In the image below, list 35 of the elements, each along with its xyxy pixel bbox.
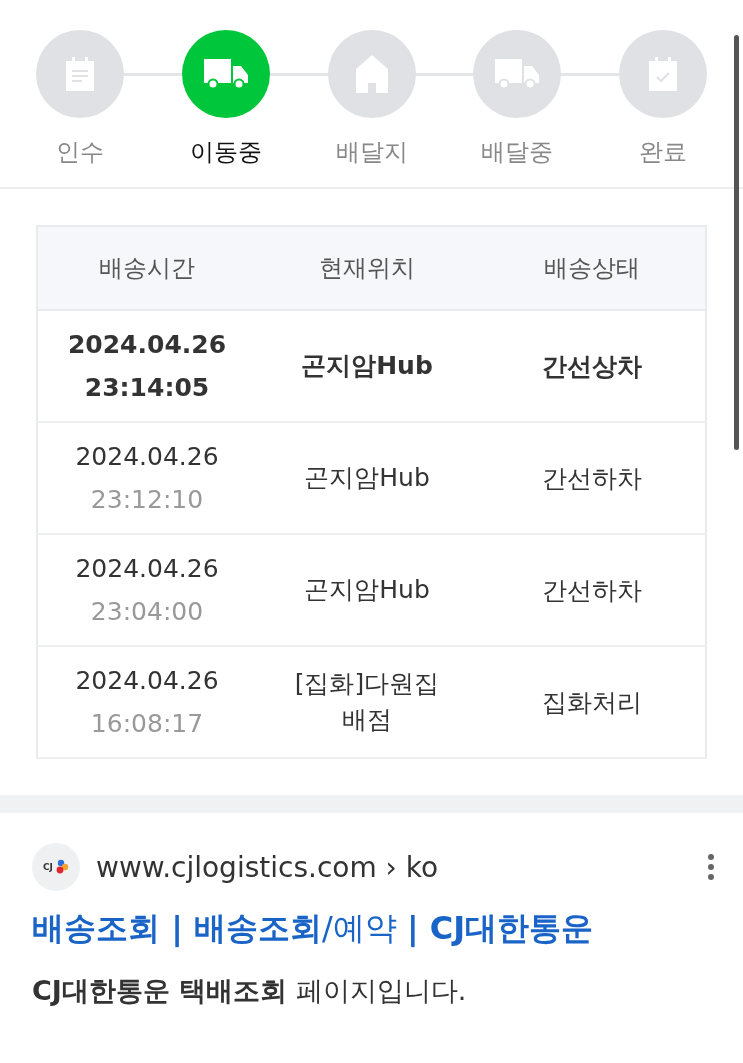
result-snippet: CJ대한통운 택배조회 페이지입니다. [32, 974, 468, 1008]
truck-icon [495, 59, 540, 89]
logo-text: CJ [43, 862, 53, 872]
step-label: 인수 [56, 137, 104, 168]
step-label: 완료 [639, 137, 687, 168]
step-label: 배달중 [481, 137, 554, 168]
scrollbar[interactable] [734, 35, 739, 450]
date-text: 2024.04.26 [74, 553, 220, 585]
column-header: 현재위치 [256, 226, 478, 310]
clipboard-icon [64, 57, 96, 91]
step-label: 배달지 [335, 137, 408, 168]
more-options-icon[interactable] [707, 853, 715, 881]
location-text: 곤지암Hub [301, 350, 433, 382]
time-text: 23:04:00 [89, 596, 205, 628]
location-text: 곤지암Hub [304, 574, 430, 606]
date-text: 2024.04.26 [66, 329, 228, 361]
column-header: 배송상태 [478, 226, 706, 310]
location-text: [집화]다원집 배점 [293, 668, 441, 736]
site-url-link[interactable]: www.cjlogistics.com › ko [96, 850, 691, 884]
status-text: 집화처리 [541, 687, 642, 717]
calendar-check-icon [647, 57, 679, 91]
status-text: 간선하차 [541, 575, 642, 605]
date-text: 2024.04.26 [74, 665, 220, 697]
time-text: 16:08:17 [89, 708, 205, 740]
status-text: 간선하차 [541, 463, 642, 493]
time-text: 23:12:10 [89, 484, 205, 516]
column-header: 배송시간 [37, 226, 256, 310]
house-icon [355, 55, 388, 93]
result-title-link[interactable]: 배송조회 | 배송조회/예약 | CJ대한통운 [32, 907, 711, 951]
time-text: 23:14:05 [83, 372, 211, 404]
step-label: 이동중 [189, 137, 262, 168]
date-text: 2024.04.26 [74, 441, 220, 473]
status-text: 간선상차 [541, 351, 642, 381]
truck-icon [203, 59, 248, 89]
location-text: 곤지암Hub [304, 462, 430, 494]
